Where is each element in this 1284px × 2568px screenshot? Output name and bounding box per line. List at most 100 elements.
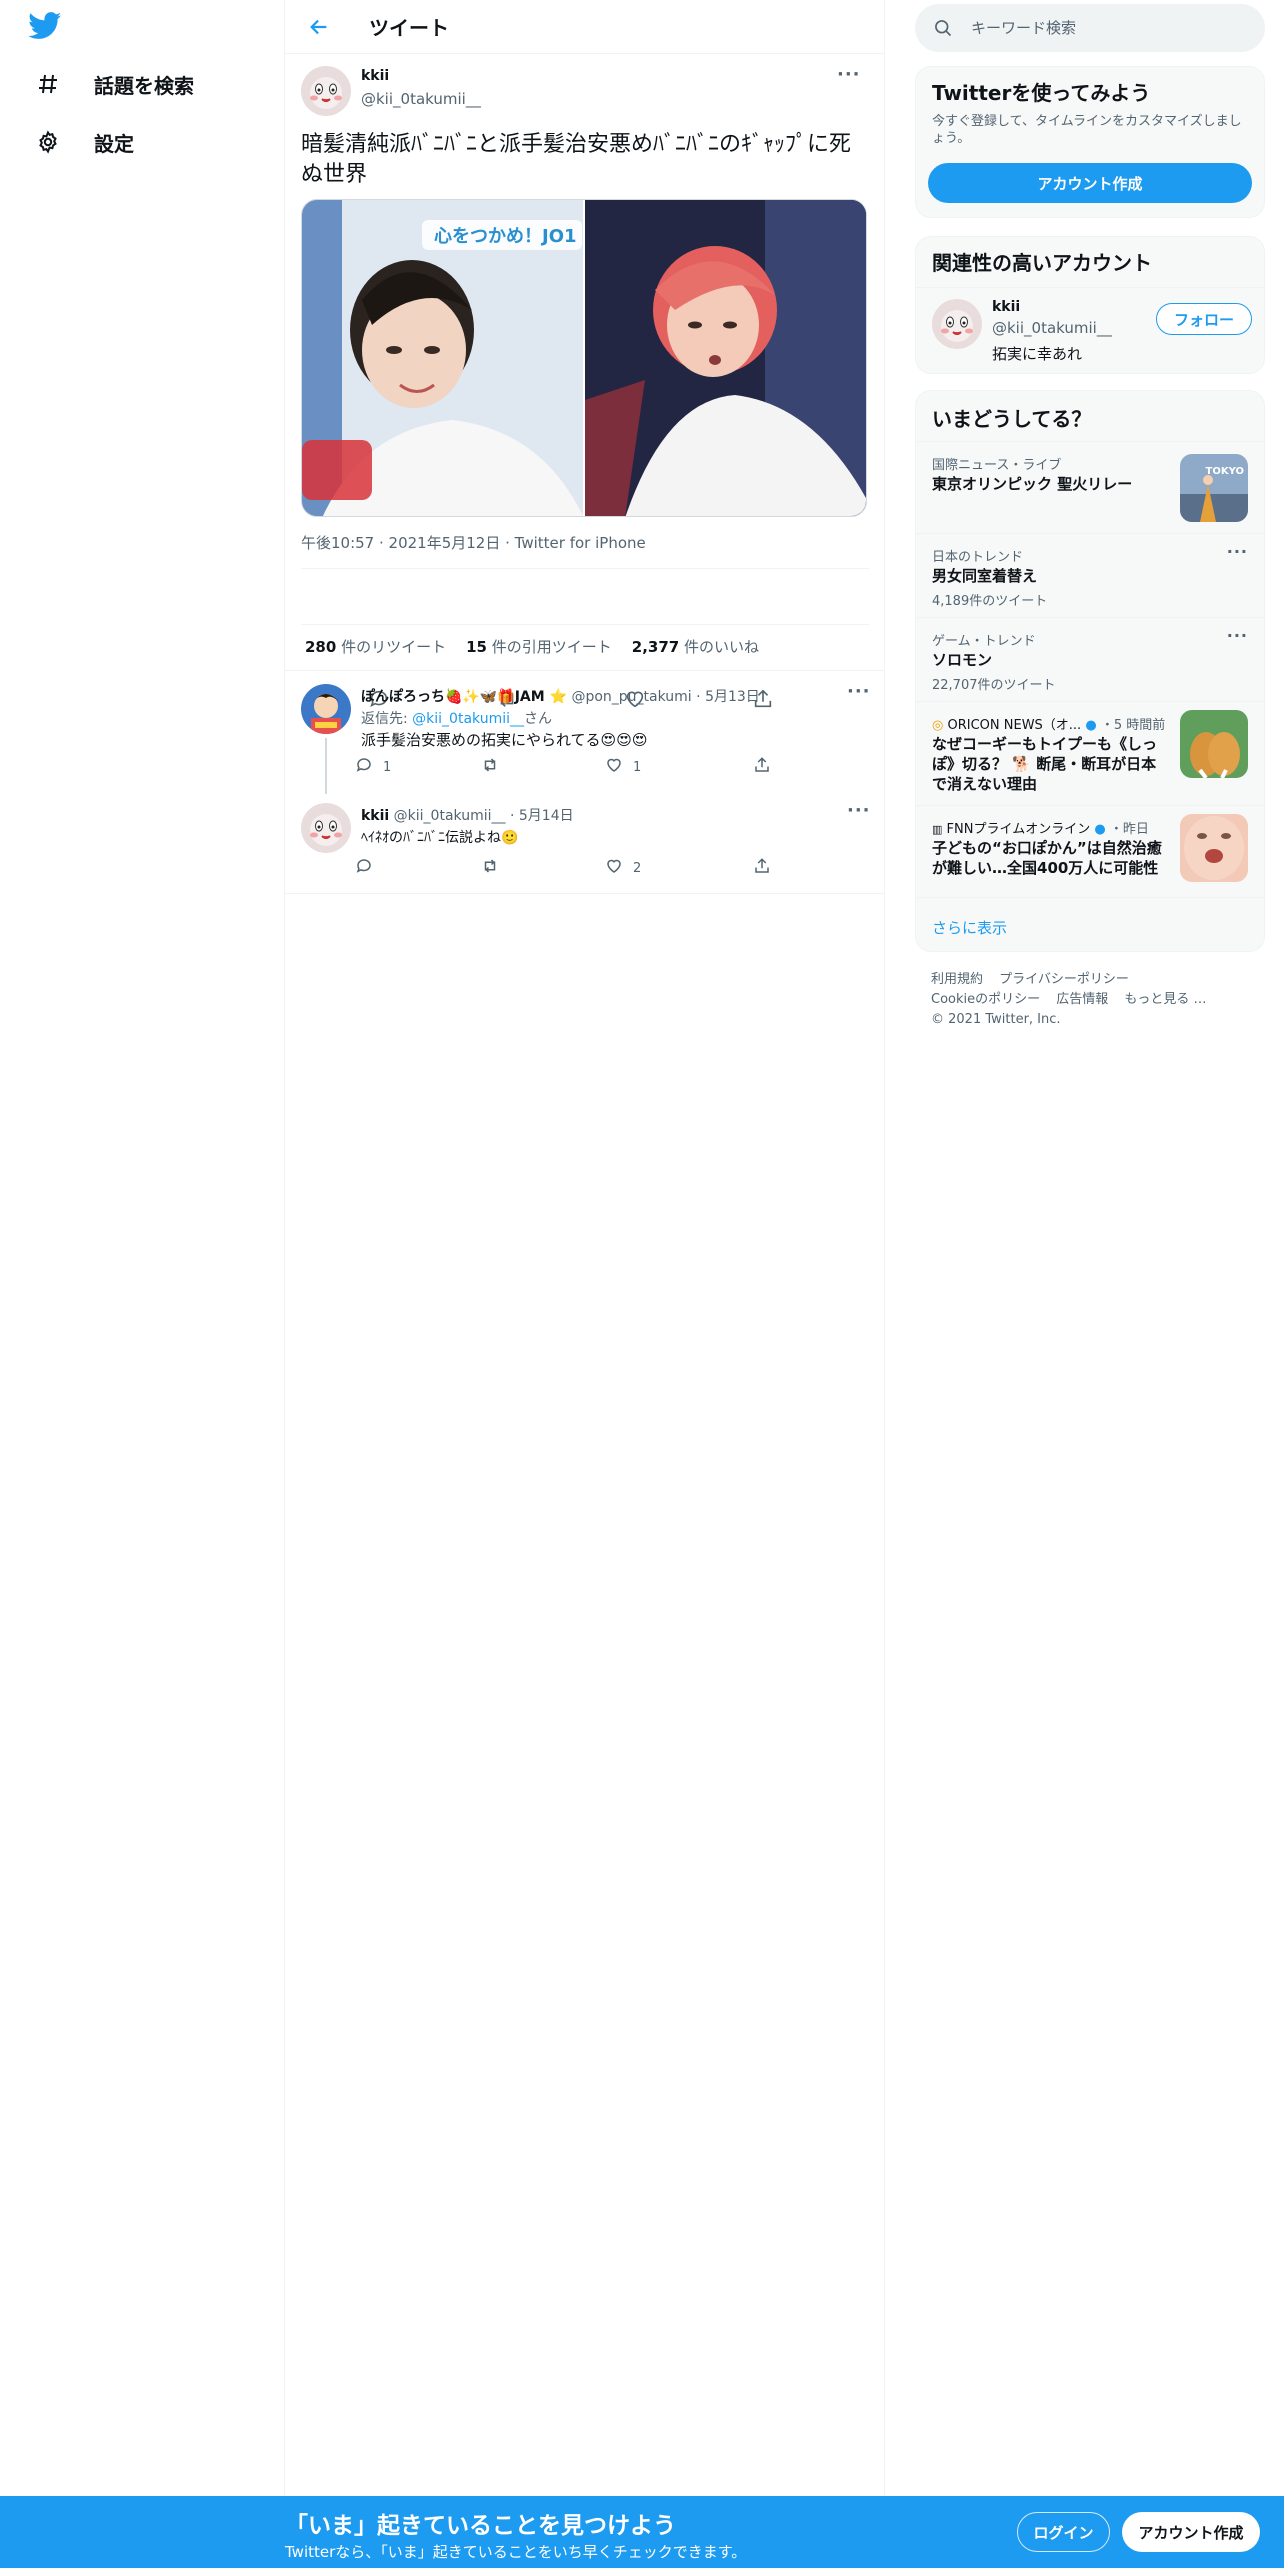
avatar[interactable] <box>301 684 351 734</box>
main-column: ツイート kkii @kii_0takumii__ ··· 暗髪清純派ﾊﾞﾆﾊﾞ… <box>285 0 885 2496</box>
like-button[interactable]: 1 <box>605 756 641 778</box>
search-input[interactable] <box>971 19 1241 37</box>
divider <box>285 893 885 894</box>
reply-to-handle[interactable]: @kii_0takumii__ <box>412 711 524 727</box>
reply-date[interactable]: 5月13日 <box>705 689 760 705</box>
more-icon[interactable]: ··· <box>1227 626 1248 645</box>
reply-text: 派手髪治安悪めの拓実にやられてる😍😍😍 <box>361 731 648 749</box>
footer-link-cookies[interactable]: Cookieのポリシー <box>931 992 1040 1007</box>
share-button[interactable] <box>753 756 771 778</box>
tweet-date[interactable]: 2021年5月12日 <box>389 534 501 552</box>
page-title: ツイート <box>369 16 449 40</box>
reply-tweet[interactable]: kkii @kii_0takumii__ · 5月14日 ··· ﾍｲﾈｵのﾊﾞ… <box>285 789 885 893</box>
search-box[interactable] <box>915 4 1265 52</box>
login-button[interactable]: ログイン <box>1017 2512 1110 2552</box>
trend-title: ソロモン <box>932 651 993 669</box>
reply-actions: 2 <box>355 857 855 887</box>
reply-text: ﾍｲﾈｵのﾊﾞﾆﾊﾞﾆ伝説よね🙂 <box>361 830 519 846</box>
more-icon[interactable]: ··· <box>847 800 871 821</box>
trend-time: ・昨日 <box>1109 822 1149 837</box>
author-name[interactable]: kkii <box>361 68 389 84</box>
trend-item[interactable]: ▥ FNNプライムオンライン ● ・昨日 子どもの“お口ぽかん”は自然治癒が難し… <box>916 805 1264 897</box>
tweet-source[interactable]: Twitter for iPhone <box>515 534 646 552</box>
follow-button[interactable]: フォロー <box>1156 303 1252 335</box>
avatar[interactable] <box>301 66 351 116</box>
retweet-icon <box>481 756 499 778</box>
like-count: 2 <box>633 860 642 876</box>
media-photo-1[interactable]: 心をつかめ！JO1 <box>302 200 583 516</box>
trend-item[interactable]: 日本のトレンド 男女同室着替え 4,189件のツイート ··· <box>916 533 1264 617</box>
likes-label: 件のいいね <box>684 638 760 656</box>
signup-card: Twitterを使ってみよう 今すぐ登録して、タイムラインをカスタマイズしましょ… <box>915 66 1265 218</box>
reply-date[interactable]: 5月14日 <box>519 808 574 824</box>
like-button[interactable]: 2 <box>605 857 641 879</box>
related-accounts-card: 関連性の高いアカウント kkii @kii_0takumii__ 拓実に幸あれ … <box>915 236 1265 374</box>
reply-to-prefix: 返信先: <box>361 711 413 727</box>
more-icon[interactable]: ··· <box>837 64 861 85</box>
avatar[interactable] <box>301 803 351 853</box>
share-button[interactable] <box>753 857 771 879</box>
related-handle[interactable]: @kii_0takumii__ <box>992 319 1112 337</box>
reply-header: kkii @kii_0takumii__ · 5月14日 <box>361 805 574 825</box>
divider <box>916 287 1264 288</box>
related-name[interactable]: kkii <box>992 299 1020 315</box>
nav-settings[interactable]: 設定 <box>26 114 134 170</box>
share-icon <box>753 756 771 778</box>
tweet-time[interactable]: 午後10:57 <box>301 534 374 552</box>
trend-item[interactable]: ◎ ORICON NEWS（オ... ● ・5 時間前 なぜコーギーもトイプーも… <box>916 701 1264 805</box>
retweet-button[interactable] <box>481 756 509 778</box>
reply-button[interactable] <box>355 857 383 879</box>
reply-count: 1 <box>383 759 392 775</box>
trend-title: 男女同室着替え <box>932 567 1038 585</box>
reply-icon <box>355 857 373 879</box>
reply-tweet[interactable]: ぽんぽろっち🍓✨🦋🎁JAM ⭐ @pon_pu_takumi · 5月13日 ·… <box>285 671 885 794</box>
reply-author-name[interactable]: kkii <box>361 808 389 824</box>
back-button[interactable] <box>297 5 341 49</box>
nav-explore[interactable]: 話題を検索 <box>26 56 194 112</box>
reply-button[interactable]: 1 <box>355 756 391 778</box>
verified-icon: ● <box>1094 822 1106 837</box>
trends-card: いまどうしてる？ 国際ニュース・ライブ 東京オリンピック 聖火リレー TOKYO… <box>915 390 1265 952</box>
bottom-bar-title: 「いま」起きていることを見つけよう <box>285 2513 676 2539</box>
avatar[interactable] <box>932 299 982 349</box>
tweet-meta: 午後10:57 · 2021年5月12日 · Twitter for iPhon… <box>301 532 646 553</box>
trend-category: 日本のトレンド <box>932 550 1024 565</box>
gear-icon <box>26 120 70 164</box>
more-icon[interactable]: ··· <box>1227 542 1248 561</box>
show-more-link[interactable]: さらに表示 <box>932 917 1007 938</box>
trend-item[interactable]: ゲーム・トレンド ソロモン 22,707件のツイート ··· <box>916 617 1264 701</box>
footer-link-ads[interactable]: 広告情報 <box>1056 992 1108 1007</box>
reply-author-name[interactable]: ぽんぽろっち🍓✨🦋🎁JAM ⭐ <box>361 689 567 705</box>
footer-link-more[interactable]: もっと見る … <box>1124 992 1206 1007</box>
news-source: ORICON NEWS（オ... <box>947 718 1082 733</box>
divider <box>301 568 869 569</box>
footer-link-terms[interactable]: 利用規約 <box>931 972 983 987</box>
reply-author-handle[interactable]: @pon_pu_takumi <box>571 689 691 705</box>
like-count: 1 <box>633 759 642 775</box>
footer-link-privacy[interactable]: プライバシーポリシー <box>999 972 1129 987</box>
trend-item[interactable]: 国際ニュース・ライブ 東京オリンピック 聖火リレー TOKYO <box>916 441 1264 533</box>
more-icon[interactable]: ··· <box>847 681 871 702</box>
page: 話題を検索 設定 ツイート kkii @kii_0takumii__ ··· 暗… <box>0 0 1284 2568</box>
signup-button[interactable]: アカウント作成 <box>1122 2512 1260 2552</box>
retweets-stat[interactable]: 280 件のリツイート <box>305 636 446 657</box>
reply-to: 返信先: @kii_0takumii__さん <box>361 708 552 728</box>
bottom-bar-subtitle: Twitterなら、「いま」起きていることをいち早くチェックできます。 <box>285 2543 747 2561</box>
media-photo-2[interactable] <box>585 200 866 516</box>
heart-icon <box>605 756 623 778</box>
retweet-icon <box>481 857 499 879</box>
twitter-logo-icon[interactable] <box>28 12 64 42</box>
news-source-icon: ▥ <box>932 823 943 836</box>
retweet-button[interactable] <box>481 857 509 879</box>
reply-author-handle[interactable]: @kii_0takumii__ <box>394 808 506 824</box>
quotes-stat[interactable]: 15 件の引用ツイート <box>466 636 612 657</box>
signup-button[interactable]: アカウント作成 <box>928 163 1252 203</box>
author-handle[interactable]: @kii_0takumii__ <box>361 90 481 108</box>
likes-stat[interactable]: 2,377 件のいいね <box>632 636 759 657</box>
media-caption: 心をつかめ！JO1 <box>434 226 577 247</box>
reply-icon <box>355 756 373 778</box>
trend-category: 国際ニュース・ライブ <box>932 458 1062 473</box>
tweet-media[interactable]: 心をつかめ！JO1 <box>301 199 867 517</box>
quotes-label: 件の引用ツイート <box>491 638 612 656</box>
signup-title: Twitterを使ってみよう <box>932 81 1151 105</box>
